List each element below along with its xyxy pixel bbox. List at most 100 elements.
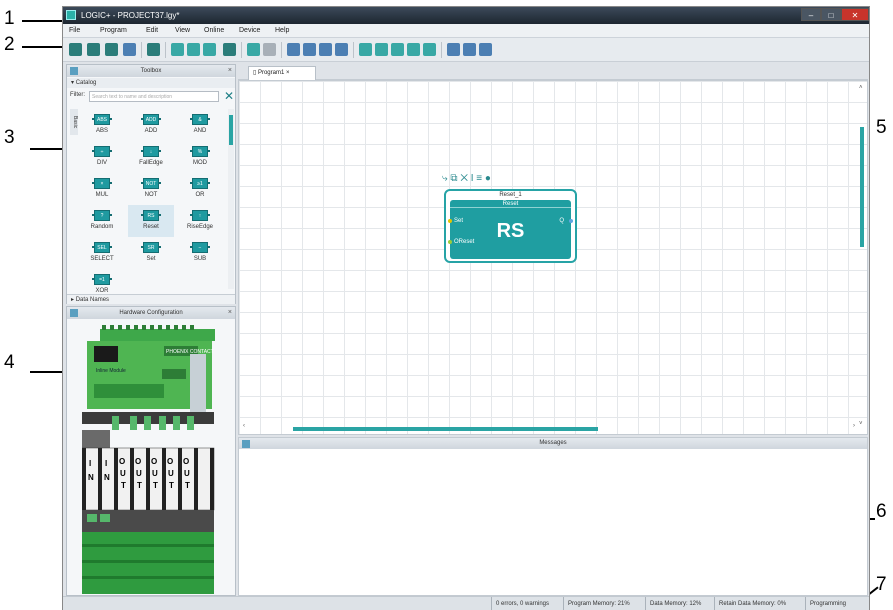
menu-file[interactable]: File	[69, 24, 80, 38]
menu-view[interactable]: View	[175, 24, 190, 38]
horizontal-scroll-thumb[interactable]	[293, 427, 598, 431]
layout-toolbox-icon[interactable]	[447, 43, 460, 56]
comment-icon[interactable]: ≡	[476, 173, 482, 184]
status-retain-memory: Retain Data Memory: 0%	[714, 597, 790, 610]
function-block-icon: −	[190, 242, 210, 253]
block-item-and[interactable]: & AND	[177, 109, 223, 141]
block-item-reset[interactable]: RS Reset	[128, 205, 174, 237]
block-item-mod[interactable]: % MOD	[177, 141, 223, 173]
paste-icon[interactable]	[203, 43, 216, 56]
block-item-not[interactable]: NOT NOT	[128, 173, 174, 205]
undo-icon[interactable]	[247, 43, 260, 56]
connect-icon[interactable]	[359, 43, 372, 56]
cut-icon[interactable]	[171, 43, 184, 56]
input-reset-connector[interactable]	[448, 240, 452, 244]
debug-icon[interactable]	[407, 43, 420, 56]
zoom-in-icon[interactable]	[287, 43, 300, 56]
block-item-add[interactable]: ADD ADD	[128, 109, 174, 141]
hardware-icon	[70, 309, 78, 317]
block-item-div[interactable]: ÷ DIV	[79, 141, 125, 173]
toolbox-scrollbar[interactable]	[228, 109, 234, 289]
plc-hardware-image[interactable]: PHOENIX CONTACT Inline Module IN IN OUT	[82, 324, 217, 594]
block-instance-name: Reset_1	[499, 192, 522, 198]
block-item-set[interactable]: SR Set	[128, 237, 174, 269]
save-project-icon[interactable]	[105, 43, 118, 56]
text-cursor-icon[interactable]: I	[471, 173, 474, 184]
menu-edit[interactable]: Edit	[146, 24, 158, 38]
data-names-label: Data Names	[75, 297, 110, 303]
connect-icon[interactable]: ⤷	[442, 173, 448, 184]
copy-icon[interactable]	[187, 43, 200, 56]
new-project-icon[interactable]	[69, 43, 82, 56]
output-q-connector[interactable]	[569, 219, 573, 223]
minimize-button[interactable]: –	[801, 8, 821, 21]
block-item-or[interactable]: ≥1 OR	[177, 173, 223, 205]
scroll-down-icon[interactable]: ˅	[859, 421, 863, 427]
block-item-abs[interactable]: ABS ABS	[79, 109, 125, 141]
tab-basic[interactable]: Basic	[70, 109, 78, 135]
open-project-icon[interactable]	[87, 43, 100, 56]
svg-text:PHOENIX CONTACT: PHOENIX CONTACT	[166, 349, 214, 355]
print-icon[interactable]	[147, 43, 160, 56]
tab-program1[interactable]: ▯ Program1 ×	[248, 66, 316, 80]
zoom-fit-icon[interactable]	[319, 43, 332, 56]
canvas-vertical-scrollbar[interactable]: ˄ ˅	[859, 85, 865, 427]
data-names-header[interactable]: ▸ Data Names	[67, 294, 235, 304]
layout-messages-icon[interactable]	[479, 43, 492, 56]
block-item-riseedge[interactable]: ↑ RiseEdge	[177, 205, 223, 237]
menu-program[interactable]: Program	[100, 24, 127, 38]
menu-help[interactable]: Help	[275, 24, 289, 38]
callout-7: 7	[876, 574, 887, 595]
catalog-header[interactable]: ▾ Catalog	[67, 78, 235, 88]
info-icon[interactable]: ●	[485, 173, 491, 184]
filter-input[interactable]: Search text to name and description	[89, 91, 219, 102]
scroll-up-icon[interactable]: ˄	[859, 85, 863, 91]
function-block-icon: ↓	[141, 146, 161, 157]
clear-filter-icon[interactable]: ✕	[224, 89, 234, 103]
scroll-right-icon[interactable]: ›	[853, 423, 855, 429]
program-canvas[interactable]: ⤷ ⧉ ✕ I ≡ ● Reset_1 Reset RS Set OReset …	[238, 80, 868, 435]
grid-icon[interactable]	[223, 43, 236, 56]
svg-text:T: T	[137, 481, 142, 490]
svg-text:U: U	[136, 469, 142, 478]
layout-hardware-icon[interactable]	[463, 43, 476, 56]
tab-close-icon[interactable]: ×	[284, 70, 290, 76]
zoom-out-icon[interactable]	[303, 43, 316, 56]
reset-function-block[interactable]: Reset_1 Reset RS Set OReset Q	[444, 189, 577, 263]
canvas-horizontal-scrollbar[interactable]: ‹ ›	[243, 423, 855, 432]
zoom-reset-icon[interactable]	[335, 43, 348, 56]
block-item-label: MOD	[193, 160, 207, 166]
delete-icon[interactable]: ✕	[460, 173, 468, 184]
function-block-icon: ADD	[141, 114, 161, 125]
block-item-label: Reset	[143, 224, 159, 230]
download-icon[interactable]	[391, 43, 404, 56]
svg-text:T: T	[153, 481, 158, 490]
menu-online[interactable]: Online	[204, 24, 224, 38]
function-block-icon: &	[190, 114, 210, 125]
function-block-icon: %	[190, 146, 210, 157]
svg-text:O: O	[151, 457, 157, 466]
block-item-select[interactable]: SEL SELECT	[79, 237, 125, 269]
toolbar-separator	[165, 42, 166, 58]
block-item-mul[interactable]: × MUL	[79, 173, 125, 205]
menu-device[interactable]: Device	[239, 24, 260, 38]
hardware-close-icon[interactable]: ×	[228, 307, 232, 319]
block-body[interactable]: Reset RS Set OReset Q	[448, 200, 573, 259]
maximize-button[interactable]: □	[821, 8, 841, 21]
input-set-connector[interactable]	[448, 219, 452, 223]
scrollbar-thumb[interactable]	[229, 115, 233, 145]
block-item-falledge[interactable]: ↓ FallEdge	[128, 141, 174, 173]
disconnect-icon[interactable]	[375, 43, 388, 56]
toolbox-close-icon[interactable]: ×	[228, 65, 232, 77]
callout-5: 5	[876, 117, 887, 138]
settings-icon[interactable]	[423, 43, 436, 56]
redo-icon[interactable]	[263, 43, 276, 56]
scroll-left-icon[interactable]: ‹	[243, 423, 245, 429]
block-item-sub[interactable]: − SUB	[177, 237, 223, 269]
vertical-scroll-thumb[interactable]	[860, 127, 864, 247]
copy-icon[interactable]: ⧉	[450, 173, 457, 184]
block-item-random[interactable]: ? Random	[79, 205, 125, 237]
close-button[interactable]: ✕	[841, 8, 869, 21]
save-all-icon[interactable]	[123, 43, 136, 56]
block-action-bar: ⤷ ⧉ ✕ I ≡ ●	[442, 173, 542, 185]
